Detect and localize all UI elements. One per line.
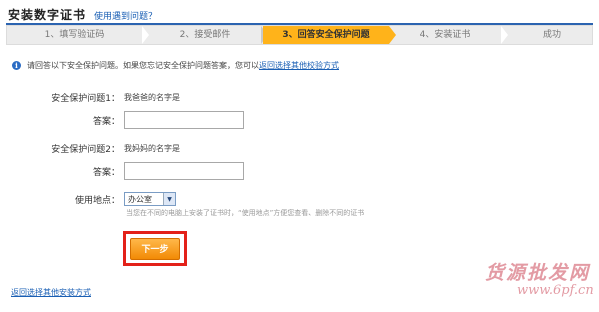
location-label: 使用地点： <box>74 195 120 206</box>
step-4: 4、安装证书 <box>419 30 471 40</box>
step-separator <box>142 26 149 44</box>
question-2-row: 安全保护问题2： 我妈妈的名字是 <box>28 142 180 155</box>
step-2: 2、接受邮件 <box>179 30 231 40</box>
step-separator <box>501 26 508 44</box>
question-2-label: 安全保护问题2： <box>51 145 120 155</box>
info-icon: i <box>12 61 21 70</box>
answer-2-row: 答案： <box>28 162 244 180</box>
page-title: 安装数字证书 <box>8 8 87 22</box>
notice-text: 请回答以下安全保护问题。如果您忘记安全保护问题答案，您可以 <box>27 61 259 70</box>
step-3-current: 3、回答安全保护问题 <box>263 26 389 44</box>
watermark-text: 货源批发网 <box>485 262 591 284</box>
alternate-verification-link[interactable]: 返回选择其他校验方式 <box>259 60 339 71</box>
watermark: 货源批发网 www.6pf.cn <box>485 258 594 298</box>
next-button-highlight: 下一步 <box>123 231 187 266</box>
alternate-install-link[interactable]: 返回选择其他安装方式 <box>11 287 91 298</box>
question-2-text: 我妈妈的名字是 <box>124 144 180 153</box>
notice-message: i 请回答以下安全保护问题。如果您忘记安全保护问题答案，您可以 返回选择其他校验… <box>12 60 339 71</box>
question-1-row: 安全保护问题1： 我爸爸的名字是 <box>28 91 180 104</box>
answer-1-label: 答案： <box>92 116 120 127</box>
location-hint: 当您在不同的电脑上安装了证书时，“使用地点”方便您查看、删除不同的证书 <box>126 209 365 217</box>
help-link[interactable]: 使用遇到问题？ <box>94 9 157 22</box>
chevron-down-icon[interactable]: ▼ <box>163 193 175 205</box>
location-select[interactable]: 办公室 ▼ <box>124 192 176 206</box>
watermark-domain: www.6pf.cn <box>517 283 594 298</box>
answer-1-input[interactable] <box>124 111 244 129</box>
answer-1-row: 答案： <box>28 111 244 129</box>
location-selected-value: 办公室 <box>128 194 152 204</box>
step-progress-bar: 1、填写验证码 2、接受邮件 3、回答安全保护问题 4、安装证书 成功 <box>6 25 593 45</box>
page-header: 安装数字证书 使用遇到问题？ <box>8 6 157 24</box>
step-separator <box>389 26 396 44</box>
answer-2-label: 答案： <box>92 167 120 178</box>
question-1-text: 我爸爸的名字是 <box>124 93 180 102</box>
question-1-label: 安全保护问题1： <box>51 94 120 104</box>
step-success: 成功 <box>542 30 561 40</box>
next-button[interactable]: 下一步 <box>130 237 180 260</box>
step-1: 1、填写验证码 <box>44 30 105 40</box>
location-row: 使用地点： 办公室 ▼ <box>28 192 176 206</box>
answer-2-input[interactable] <box>124 162 244 180</box>
